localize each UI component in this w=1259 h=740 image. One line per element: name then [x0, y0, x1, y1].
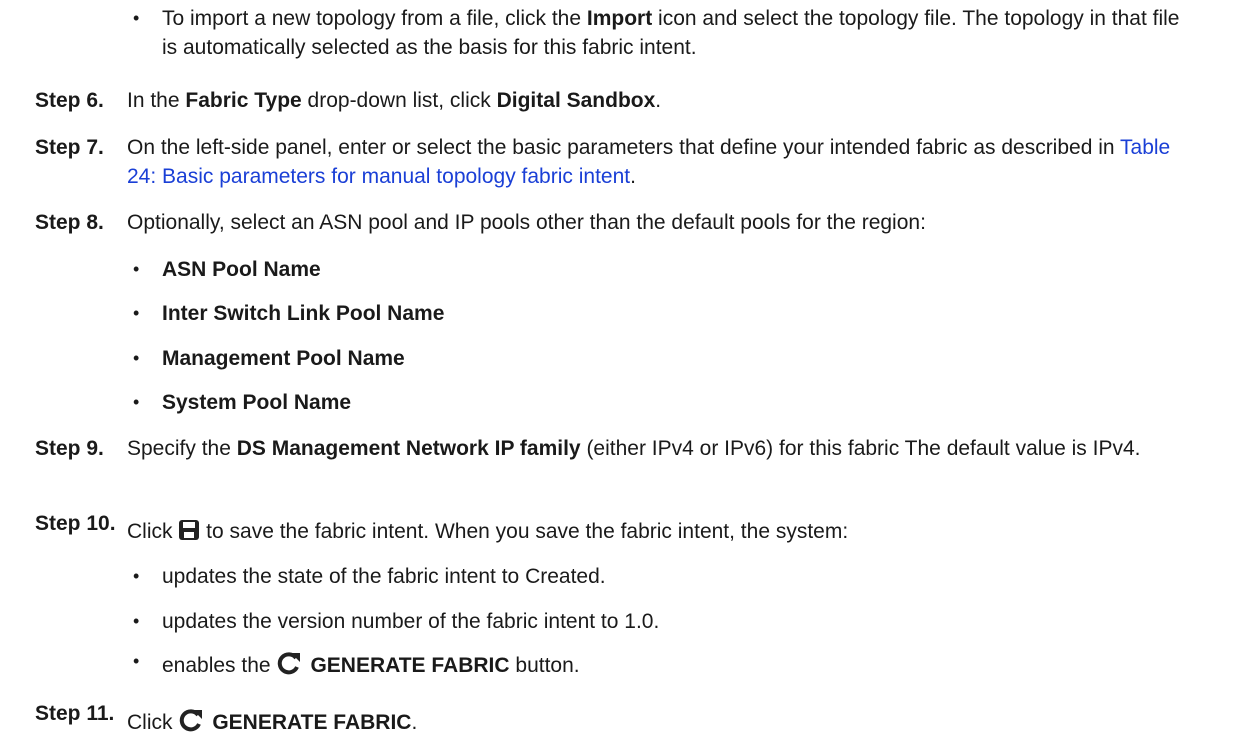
step-text: On the left-side panel, enter or select …	[127, 136, 1171, 188]
intro-bullet-text: To import a new topology from a file, cl…	[162, 7, 1180, 59]
save-icon	[178, 519, 200, 549]
step-label: Step 11.	[35, 702, 115, 725]
document-page: • To import a new topology from a file, …	[0, 0, 1259, 740]
bullet: •	[133, 392, 140, 412]
bullet: •	[133, 303, 140, 323]
step-label: Step 7.	[35, 136, 104, 159]
step-text: In the Fabric Type drop-down list, click…	[127, 89, 662, 112]
step-label: Step 10.	[35, 512, 116, 535]
bullet: •	[133, 651, 140, 671]
step-label: Step 8.	[35, 211, 104, 234]
regenerate-icon	[178, 708, 204, 740]
step-label: Step 6.	[35, 89, 104, 112]
bullet: •	[133, 611, 140, 631]
step-text: Click GENERATE FABRIC.	[127, 708, 1199, 740]
step-text: Optionally, select an ASN pool and IP po…	[127, 211, 926, 234]
bullet: •	[133, 259, 140, 279]
step-text: Click to save the fabric intent. When yo…	[127, 517, 1199, 549]
bullet: •	[133, 566, 140, 586]
regenerate-icon	[276, 651, 302, 683]
bullet: •	[133, 8, 140, 28]
bullet: •	[133, 348, 140, 368]
step-text: Specify the DS Management Network IP fam…	[127, 437, 1141, 460]
